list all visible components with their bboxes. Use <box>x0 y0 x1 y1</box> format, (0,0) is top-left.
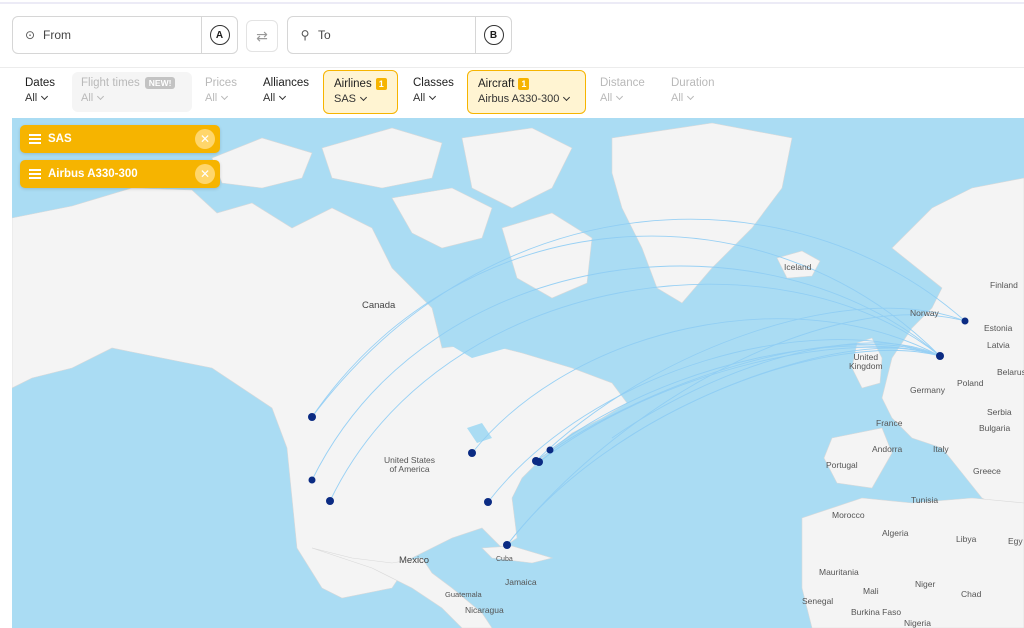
label-libya: Libya <box>956 534 977 544</box>
label-nicaragua: Nicaragua <box>465 605 504 615</box>
label-mali: Mali <box>863 586 879 596</box>
filter-alliances[interactable]: Alliances All <box>253 70 319 114</box>
filter-flight-times[interactable]: Flight times NEW! All <box>71 70 185 114</box>
label-tunisia: Tunisia <box>911 495 939 505</box>
point-a-icon: A <box>209 25 230 45</box>
origin-icon: ⊙ <box>24 28 36 42</box>
label-belarus: Belarus <box>997 367 1024 377</box>
label-niger: Niger <box>915 579 936 589</box>
filter-value: All <box>413 92 426 104</box>
label-jamaica: Jamaica <box>505 577 537 587</box>
label-andorra: Andorra <box>872 444 903 454</box>
swap-arrows-icon: ⇄ <box>256 27 268 44</box>
chevron-down-icon <box>221 92 229 101</box>
sliders-icon <box>29 134 41 144</box>
label-france: France <box>876 418 903 428</box>
label-iceland: Iceland <box>784 262 812 272</box>
filter-value: Airbus A330-300 <box>478 93 560 105</box>
filter-count-badge: 1 <box>518 78 530 90</box>
from-badge-button[interactable]: A <box>201 17 237 53</box>
label-guatemala: Guatemala <box>445 590 482 599</box>
top-border <box>0 2 1024 4</box>
filter-value: All <box>81 92 94 104</box>
filter-label: Prices <box>205 77 237 89</box>
label-bulgaria: Bulgaria <box>979 423 1011 433</box>
filter-prices[interactable]: Prices All <box>195 70 247 114</box>
sliders-icon <box>29 169 41 179</box>
filter-label: Dates <box>25 77 56 89</box>
filter-value: All <box>25 92 38 104</box>
filter-label: Classes <box>413 77 454 89</box>
from-input[interactable]: From <box>43 28 201 42</box>
point-b-icon: B <box>483 25 504 45</box>
label-norway: Norway <box>910 308 939 318</box>
chevron-down-icon <box>97 92 105 101</box>
chevron-down-icon <box>687 92 695 101</box>
label-finland: Finland <box>990 280 1018 290</box>
close-icon[interactable]: ✕ <box>195 129 215 149</box>
filter-value: SAS <box>334 93 357 105</box>
filter-value: All <box>205 92 218 104</box>
label-nigeria: Nigeria <box>904 618 931 628</box>
filter-count-badge: 1 <box>375 78 387 90</box>
filter-dates[interactable]: Dates All <box>15 70 65 114</box>
filter-duration[interactable]: Duration All <box>661 70 724 114</box>
chevron-down-icon <box>41 92 49 101</box>
filter-label: Duration <box>671 77 715 89</box>
label-canada: Canada <box>362 300 396 311</box>
close-icon[interactable]: ✕ <box>195 164 215 184</box>
map-canvas <box>12 122 1024 628</box>
label-greece: Greece <box>973 466 1001 476</box>
header-divider <box>0 67 1024 68</box>
location-pin-icon: ⚲ <box>300 28 310 42</box>
route-map[interactable]: Canada United States of America Mexico C… <box>12 118 1024 628</box>
label-usa: United States of America <box>384 455 436 474</box>
chip-label: SAS <box>48 133 72 145</box>
label-germany: Germany <box>910 385 945 395</box>
label-portugal: Portugal <box>826 460 858 470</box>
filter-value: All <box>671 92 684 104</box>
chevron-down-icon <box>616 92 624 101</box>
filter-label: Flight times <box>81 77 140 89</box>
from-field[interactable]: ⊙ From A <box>12 16 238 54</box>
filter-label: Distance <box>600 77 645 89</box>
to-field[interactable]: ⚲ To B <box>287 16 512 54</box>
label-cuba: Cuba <box>496 556 513 563</box>
label-uk: United Kingdom <box>849 352 883 371</box>
filter-classes[interactable]: Classes All <box>403 70 464 114</box>
chip-label: Airbus A330-300 <box>48 168 138 180</box>
label-burkina: Burkina Faso <box>851 607 902 617</box>
active-filter-chip-aircraft[interactable]: Airbus A330-300 ✕ <box>20 160 220 188</box>
to-badge-button[interactable]: B <box>475 17 511 53</box>
active-filter-chip-airline[interactable]: SAS ✕ <box>20 125 220 153</box>
label-egypt: Egy <box>1008 536 1023 546</box>
label-mauritania: Mauritania <box>819 567 859 577</box>
new-badge: NEW! <box>144 77 176 89</box>
filter-distance[interactable]: Distance All <box>590 70 655 114</box>
label-serbia: Serbia <box>987 407 1012 417</box>
label-latvia: Latvia <box>987 340 1010 350</box>
chevron-down-icon <box>563 93 571 102</box>
label-estonia: Estonia <box>984 323 1013 333</box>
chevron-down-icon <box>279 92 287 101</box>
chevron-down-icon <box>429 92 437 101</box>
label-italy: Italy <box>933 444 949 454</box>
label-algeria: Algeria <box>882 528 909 538</box>
to-input[interactable]: To <box>318 28 475 42</box>
label-poland: Poland <box>957 378 984 388</box>
label-morocco: Morocco <box>832 510 865 520</box>
filter-airlines[interactable]: Airlines 1 SAS <box>323 70 398 114</box>
filter-label: Airlines <box>334 78 372 90</box>
swap-button[interactable]: ⇄ <box>246 20 278 52</box>
filter-label: Aircraft <box>478 78 515 90</box>
label-chad: Chad <box>961 589 982 599</box>
chevron-down-icon <box>359 93 368 102</box>
label-senegal: Senegal <box>802 596 834 606</box>
label-mexico: Mexico <box>399 555 430 566</box>
filter-aircraft[interactable]: Aircraft 1 Airbus A330-300 <box>467 70 586 114</box>
filter-label: Alliances <box>263 77 310 89</box>
filter-value: All <box>600 92 613 104</box>
filter-value: All <box>263 92 276 104</box>
